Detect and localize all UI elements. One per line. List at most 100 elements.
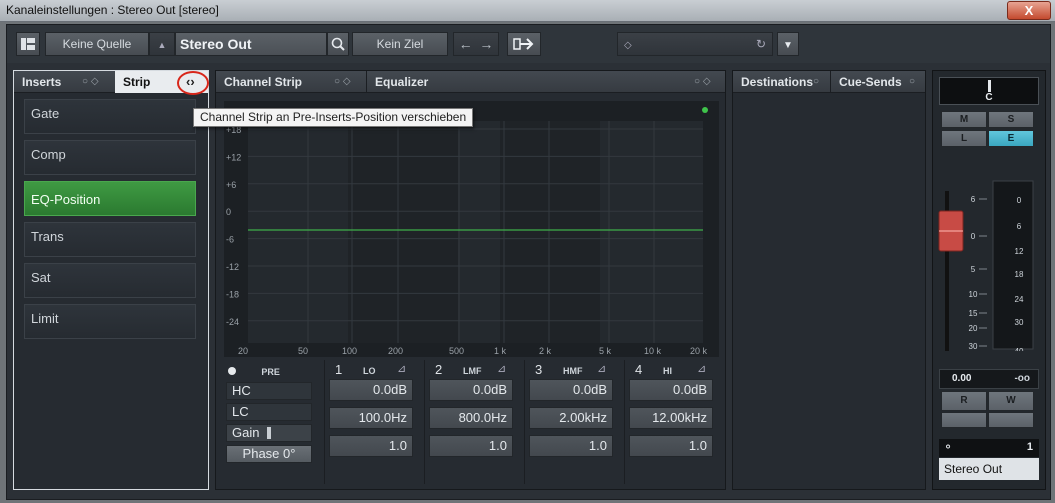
level-meter: [992, 180, 1034, 350]
band-gain-field[interactable]: 0.0dB: [629, 379, 713, 401]
output-routing-button[interactable]: Kein Ziel: [352, 32, 448, 56]
strip-slot-eq-position[interactable]: EQ-Position: [24, 181, 196, 216]
fader-scale-label: 5: [971, 265, 976, 274]
arrow-left-icon[interactable]: ←: [459, 36, 473, 52]
input-routing-button[interactable]: Keine Quelle: [45, 32, 149, 56]
strip-slot-sat[interactable]: Sat: [24, 263, 196, 298]
volume-readouts: 0.00 -oo: [939, 369, 1039, 389]
bypass-diamond-icon[interactable]: ◇: [703, 76, 711, 87]
band-shape-icon[interactable]: ⊿: [497, 362, 506, 375]
power-icon[interactable]: ○: [334, 76, 340, 87]
pan-value: C: [985, 92, 993, 103]
eq-x-tick: 500: [449, 346, 464, 356]
destinations-power-icon[interactable]: ○: [813, 71, 819, 93]
meter-scale-label: 0: [1017, 196, 1022, 205]
listen-button[interactable]: L: [941, 130, 987, 147]
route-arrow-icon: [513, 38, 534, 50]
strip-slot-gate[interactable]: Gate: [24, 99, 196, 134]
equalizer-panel: Channel Strip ○ ◇ Equalizer ○ ◇ +18 +12 …: [215, 70, 726, 490]
lc-button[interactable]: LC: [226, 403, 312, 421]
band-q-field[interactable]: 1.0: [629, 435, 713, 457]
pre-power-led[interactable]: [228, 367, 236, 375]
eq-x-tick: 20 k: [690, 346, 708, 356]
read-automation-button[interactable]: R: [941, 391, 987, 411]
band-freq-field[interactable]: 12.00kHz: [629, 407, 713, 429]
route-button[interactable]: [507, 32, 541, 56]
pan-control[interactable]: C: [939, 77, 1039, 105]
arrow-right-icon[interactable]: →: [479, 36, 493, 52]
window-title: Kanaleinstellungen : Stereo Out [stereo]: [6, 3, 219, 17]
layout-toggle-button[interactable]: [16, 32, 40, 56]
band-shape-icon[interactable]: ⊿: [697, 362, 706, 375]
pan-indicator: [988, 80, 991, 92]
cue-sends-power-icon[interactable]: ○: [909, 71, 915, 93]
tab-inserts[interactable]: Inserts: [14, 71, 114, 93]
eq-curve-display[interactable]: +18 +12 +6 0 -6 -12 -18 -24 20 50 100 200 500 1 k2 k…: [224, 101, 719, 357]
fader-channel-name[interactable]: Stereo Out: [939, 458, 1039, 480]
band-shape-icon[interactable]: ⊿: [397, 362, 406, 375]
highlight-annotation: [177, 71, 209, 95]
power-icon[interactable]: ○: [694, 76, 700, 87]
band-freq-field[interactable]: 2.00kHz: [529, 407, 613, 429]
channel-settings-window: Keine Quelle ▲ Stereo Out Kein Ziel ← → …: [6, 24, 1051, 500]
strip-slot-trans[interactable]: Trans: [24, 222, 196, 257]
phase-button[interactable]: Phase 0°: [226, 445, 312, 463]
band-gain-field[interactable]: 0.0dB: [429, 379, 513, 401]
meter-scale-label: 40: [1015, 347, 1024, 351]
eq-y-tick: 0: [226, 207, 231, 217]
band-name: LO: [363, 366, 376, 376]
channel-name-field[interactable]: Stereo Out: [175, 32, 327, 56]
band-q-field[interactable]: 1.0: [529, 435, 613, 457]
eq-x-tick: 10 k: [644, 346, 662, 356]
fader-scale-label: 0: [971, 232, 976, 241]
band-q-field[interactable]: 1.0: [329, 435, 413, 457]
spin-arrows-icon: ▲: [157, 40, 167, 50]
band-shape-icon[interactable]: ⊿: [597, 362, 606, 375]
layout-icon: [21, 38, 35, 50]
search-button[interactable]: [327, 32, 349, 56]
eq-band-2: 2 LMF ⊿ 0.0dB 800.0Hz 1.0: [424, 360, 522, 484]
mute-button[interactable]: M: [941, 111, 987, 128]
eq-band-4: 4 HI ⊿ 0.0dB 12.00kHz 1.0: [624, 360, 722, 484]
fader-scale-label: 10: [969, 290, 978, 299]
equalizer-tab-icons: ○ ◇: [694, 71, 711, 93]
gain-handle[interactable]: [267, 427, 271, 439]
strip-slot-limit[interactable]: Limit: [24, 304, 196, 339]
tab-equalizer[interactable]: Equalizer: [366, 71, 725, 93]
peak-value[interactable]: -oo: [1014, 373, 1030, 384]
edit-button[interactable]: E: [988, 130, 1034, 147]
eq-x-tick: 1 k: [494, 346, 507, 356]
volume-value[interactable]: 0.00: [952, 373, 971, 384]
power-icon[interactable]: ○: [82, 76, 88, 87]
bypass-diamond-icon[interactable]: ◇: [343, 76, 351, 87]
gain-slider[interactable]: Gain: [226, 424, 312, 442]
preset-field[interactable]: ◇ ↻: [617, 32, 773, 56]
eq-x-tick: 200: [388, 346, 403, 356]
band-freq-field[interactable]: 800.0Hz: [429, 407, 513, 429]
band-gain-field[interactable]: 0.0dB: [529, 379, 613, 401]
band-name: HI: [663, 366, 672, 376]
write-automation-button[interactable]: W: [988, 391, 1034, 411]
fader-and-meter: 605101520304000 06121824304050: [938, 180, 1034, 351]
preset-menu-button[interactable]: ▼: [777, 32, 799, 56]
strip-slot-comp[interactable]: Comp: [24, 140, 196, 175]
fader-scale-label: 30: [969, 342, 978, 351]
eq-x-tick: 2 k: [539, 346, 552, 356]
close-button[interactable]: X: [1007, 1, 1051, 20]
band-q-field[interactable]: 1.0: [429, 435, 513, 457]
inserts-strip-panel: Inserts ○ ◇ Strip ‹› Gate Comp EQ-Positi…: [13, 70, 209, 490]
hc-button[interactable]: HC: [226, 382, 312, 400]
meter-scale-label: 30: [1015, 318, 1024, 327]
band-number: 4: [635, 362, 643, 377]
solo-button[interactable]: S: [988, 111, 1034, 128]
eq-x-tick: 5 k: [599, 346, 612, 356]
reset-icon[interactable]: ↻: [756, 33, 766, 55]
fader-scale-label: 6: [971, 195, 976, 204]
gain-label: Gain: [232, 425, 260, 440]
eq-graph: +18+12+60-6-12-18-24 20 50 100 200 500 1 k2 k…: [224, 101, 719, 357]
bypass-diamond-icon[interactable]: ◇: [91, 76, 99, 87]
input-routing-dropdown[interactable]: ▲: [149, 32, 175, 56]
band-freq-field[interactable]: 100.0Hz: [329, 407, 413, 429]
eq-active-led: [702, 107, 708, 113]
band-gain-field[interactable]: 0.0dB: [329, 379, 413, 401]
